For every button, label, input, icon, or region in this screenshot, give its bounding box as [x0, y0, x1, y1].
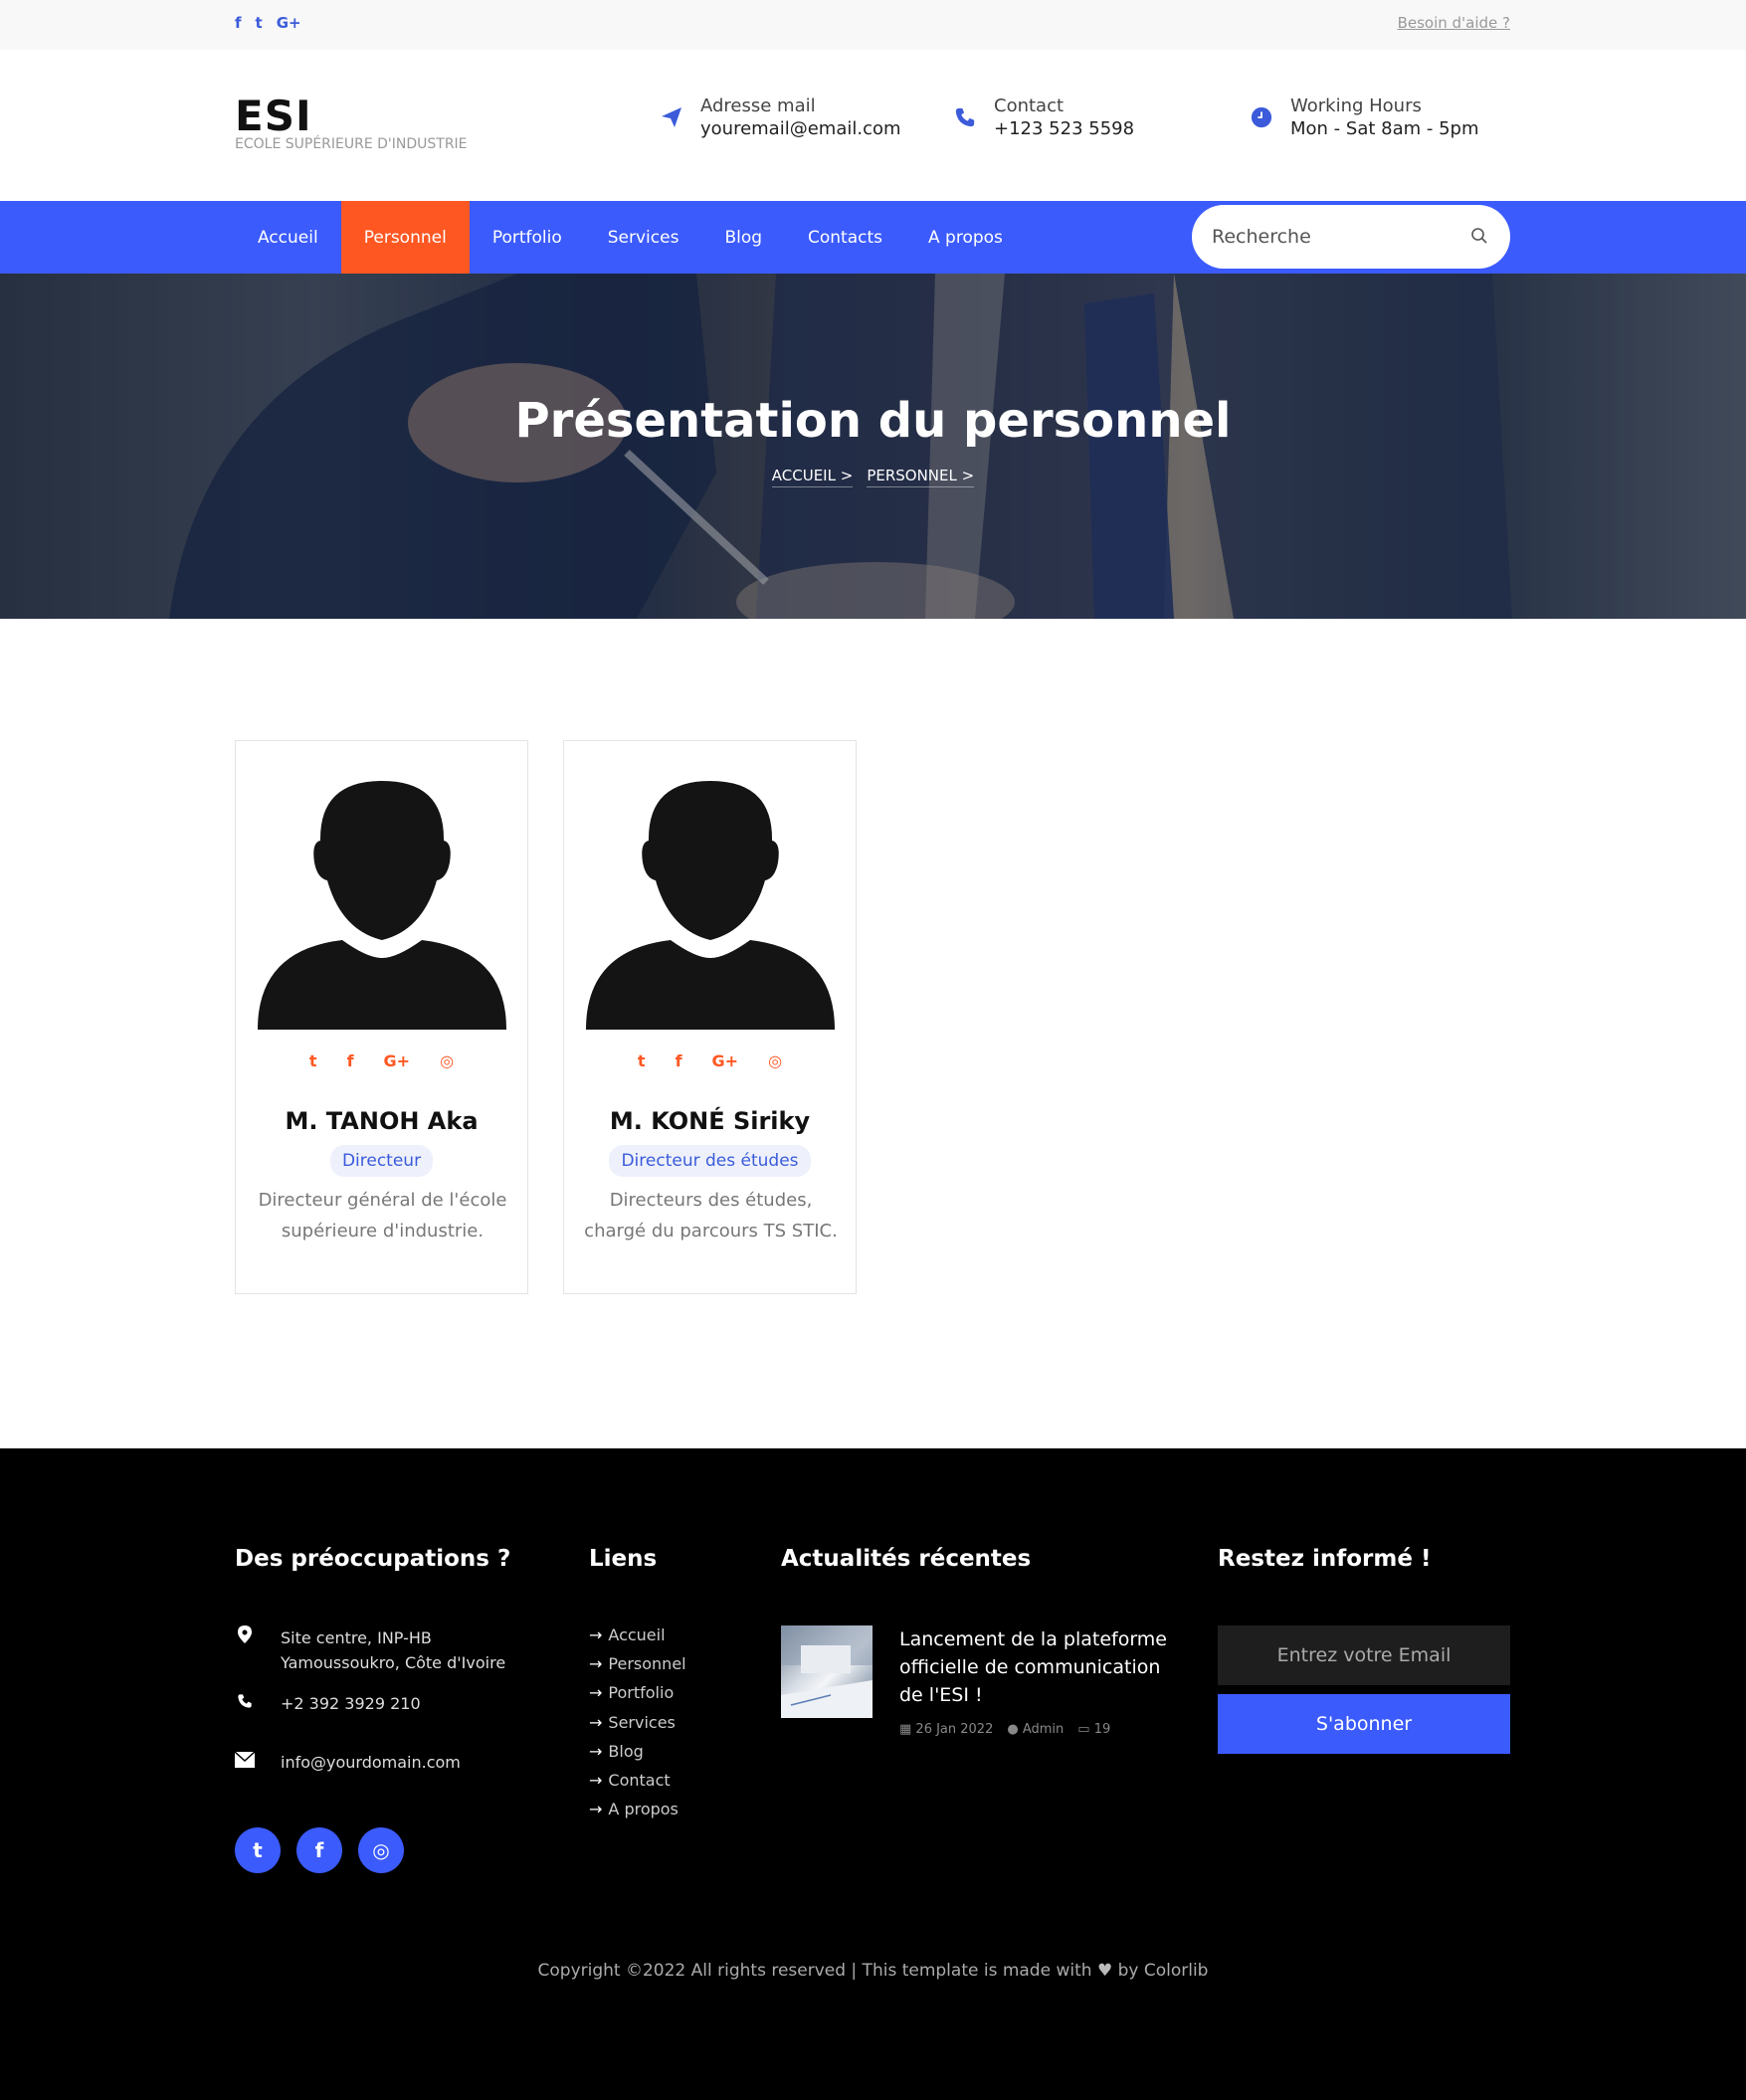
nav-item-blog[interactable]: Blog — [701, 201, 785, 274]
staff-description: Directeurs des études, chargé du parcour… — [584, 1190, 838, 1241]
contact-label: Contact — [994, 95, 1065, 116]
envelope-icon — [234, 1750, 256, 1775]
newsletter-email-input[interactable]: Entrez votre Email — [1218, 1625, 1510, 1685]
search-icon[interactable] — [1470, 227, 1488, 245]
footer-link-services[interactable]: → Services — [589, 1713, 686, 1742]
footer-link-accueil[interactable]: → Accueil — [589, 1625, 686, 1654]
footer-heading-newsletter: Restez informé ! — [1218, 1546, 1432, 1572]
footer-link-contact[interactable]: → Contact — [589, 1771, 686, 1800]
paper-plane-icon — [659, 104, 684, 130]
facebook-icon[interactable]: f — [347, 1051, 354, 1070]
footer-heading-news: Actualités récentes — [781, 1546, 1032, 1572]
nav-item-accueil[interactable]: Accueil — [235, 201, 341, 274]
avatar-silhouette-icon — [586, 781, 835, 1030]
top-bar: f t G+ Besoin d'aide ? — [0, 0, 1746, 50]
map-pin-icon — [235, 1625, 255, 1675]
footer-link-blog[interactable]: → Blog — [589, 1742, 686, 1771]
breadcrumb-personnel[interactable]: PERSONNEL > — [867, 467, 975, 487]
nav-item-contacts[interactable]: Contacts — [785, 201, 905, 274]
news-post-title[interactable]: Lancement de la plateforme officielle de… — [899, 1625, 1178, 1709]
footer-address: Site centre, INP-HB Yamoussoukro, Côte d… — [235, 1625, 505, 1675]
nav-item-services[interactable]: Services — [585, 201, 702, 274]
header-info-hours: Working Hours Mon - Sat 8am - 5pm — [1249, 95, 1479, 139]
twitter-icon[interactable]: t — [309, 1051, 317, 1070]
brand-title[interactable]: ESI — [235, 92, 312, 140]
email-value: youremail@email.com — [700, 118, 901, 139]
subscribe-button[interactable]: S'abonner — [1218, 1694, 1510, 1754]
staff-name: M. KONÉ Siriky — [609, 1107, 811, 1135]
phone-icon — [235, 1691, 255, 1716]
address-line-2: Yamoussoukro, Côte d'Ivoire — [281, 1653, 506, 1672]
brand-subtitle: ECOLE SUPÉRIEURE D'INDUSTRIE — [235, 136, 468, 152]
comment-icon: ▭ — [1077, 1722, 1094, 1737]
copyright: Copyright ©2022 All rights reserved | Th… — [0, 1961, 1746, 1981]
instagram-icon[interactable]: ◎ — [440, 1051, 454, 1070]
footer-facebook-button[interactable]: f — [296, 1827, 342, 1873]
top-social-links: f t G+ — [235, 14, 301, 32]
facebook-icon: f — [314, 1838, 324, 1862]
nav-item-portfolio[interactable]: Portfolio — [470, 201, 585, 274]
footer-link-a-propos[interactable]: → A propos — [589, 1800, 686, 1828]
hours-value: Mon - Sat 8am - 5pm — [1290, 118, 1479, 139]
nav-item-a-propos[interactable]: A propos — [905, 201, 1026, 274]
footer-heading-concerns: Des préoccupations ? — [235, 1546, 511, 1572]
staff-role-badge: Directeur des études — [609, 1145, 811, 1177]
search-input[interactable]: Recherche — [1192, 205, 1510, 269]
staff-social-links: t f G+ ◎ — [236, 1051, 527, 1070]
instagram-icon: ◎ — [372, 1838, 390, 1862]
staff-description: Directeur général de l'école supérieure … — [258, 1190, 507, 1241]
staff-social-links: t f G+ ◎ — [564, 1051, 856, 1070]
facebook-icon[interactable]: f — [235, 14, 242, 32]
twitter-icon[interactable]: t — [256, 14, 263, 32]
footer-link-personnel[interactable]: → Personnel — [589, 1654, 686, 1683]
footer-email-value[interactable]: info@yourdomain.com — [281, 1750, 461, 1775]
news-date: ▦ 26 Jan 2022 — [899, 1722, 994, 1737]
footer-twitter-button[interactable]: t — [235, 1827, 281, 1873]
header-info-email: Adresse mail youremail@email.com — [659, 95, 901, 139]
email-label: Adresse mail — [700, 95, 816, 116]
staff-role-badge: Directeur — [329, 1145, 434, 1177]
news-comments[interactable]: ▭ 19 — [1077, 1722, 1110, 1737]
twitter-icon: t — [253, 1838, 263, 1862]
heart-icon: ♥ — [1096, 1961, 1113, 1981]
google-plus-icon[interactable]: G+ — [277, 14, 301, 32]
avatar-silhouette-icon — [258, 781, 506, 1030]
news-post-meta: ▦ 26 Jan 2022 ● Admin ▭ 19 — [899, 1722, 1110, 1737]
footer-link-portfolio[interactable]: → Portfolio — [589, 1683, 686, 1712]
search-placeholder: Recherche — [1212, 226, 1311, 248]
nav-item-personnel[interactable]: Personnel — [340, 201, 470, 274]
staff-name: M. TANOH Aka — [285, 1107, 479, 1135]
breadcrumb-accueil[interactable]: ACCUEIL > — [771, 467, 854, 487]
footer-phone: +2 392 3929 210 — [235, 1691, 421, 1716]
google-plus-icon[interactable]: G+ — [384, 1051, 411, 1070]
footer-email: info@yourdomain.com — [234, 1750, 461, 1775]
facebook-icon[interactable]: f — [676, 1051, 682, 1070]
footer-phone-value[interactable]: +2 392 3929 210 — [281, 1691, 421, 1716]
footer-links: → Accueil → Personnel → Portfolio → Services… — [589, 1625, 686, 1828]
phone-icon — [952, 104, 978, 130]
hours-label: Working Hours — [1290, 95, 1422, 116]
news-thumbnail[interactable] — [781, 1625, 873, 1718]
help-link[interactable]: Besoin d'aide ? — [1398, 14, 1510, 32]
twitter-icon[interactable]: t — [638, 1051, 646, 1070]
address-line-1: Site centre, INP-HB — [281, 1628, 432, 1647]
footer-instagram-button[interactable]: ◎ — [358, 1827, 404, 1873]
clock-icon — [1249, 104, 1274, 130]
google-plus-icon[interactable]: G+ — [712, 1051, 739, 1070]
staff-card: t f G+ ◎ M. KONÉ Siriky Directeur des ét… — [563, 740, 857, 1294]
copyright-credit[interactable]: by Colorlib — [1118, 1961, 1209, 1981]
news-author[interactable]: ● Admin — [1007, 1722, 1064, 1737]
copyright-text: Copyright ©2022 All rights reserved | Th… — [537, 1961, 1092, 1981]
instagram-icon[interactable]: ◎ — [768, 1051, 782, 1070]
calendar-icon: ▦ — [899, 1722, 916, 1737]
footer-heading-links: Liens — [589, 1546, 658, 1572]
staff-card: t f G+ ◎ M. TANOH Aka Directeur Directeu… — [235, 740, 528, 1294]
user-icon: ● — [1007, 1722, 1023, 1737]
header-info-contact: Contact +123 523 5598 — [952, 95, 1134, 139]
page-title: Présentation du personnel — [514, 393, 1232, 449]
contact-value: +123 523 5598 — [994, 118, 1135, 139]
breadcrumb: ACCUEIL > PERSONNEL > — [0, 467, 1746, 487]
